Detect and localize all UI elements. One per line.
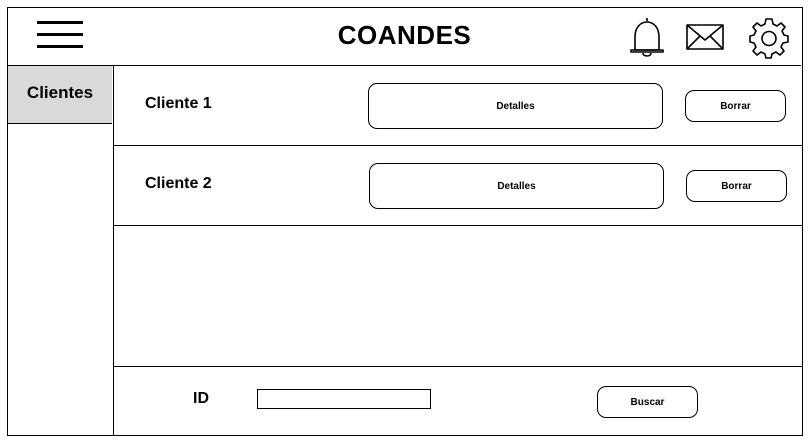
sidebar-item-label: Clientes xyxy=(26,83,94,102)
mail-icon[interactable] xyxy=(685,15,725,59)
id-input[interactable] xyxy=(257,389,431,409)
client-name: Cliente 2 xyxy=(145,175,212,192)
id-label: ID xyxy=(193,390,209,407)
details-button[interactable]: Detalles xyxy=(368,83,663,129)
client-row: Cliente 2 Detalles Borrar xyxy=(114,146,802,226)
bell-icon[interactable] xyxy=(627,15,667,59)
sidebar: Clientes xyxy=(8,66,114,435)
app-frame: COANDES Clientes Cliente 1 Detalles Borr… xyxy=(7,7,803,436)
client-name: Cliente 1 xyxy=(145,95,212,112)
details-button[interactable]: Detalles xyxy=(369,163,664,209)
gear-icon[interactable] xyxy=(749,15,789,59)
app-title: COANDES xyxy=(337,20,472,50)
top-bar: COANDES xyxy=(8,8,801,66)
search-button[interactable]: Buscar xyxy=(597,386,698,418)
search-bar: ID Buscar xyxy=(114,366,802,435)
sidebar-item-clientes[interactable]: Clientes xyxy=(8,66,112,124)
delete-button[interactable]: Borrar xyxy=(685,90,786,122)
client-row: Cliente 1 Detalles Borrar xyxy=(114,66,802,146)
delete-button[interactable]: Borrar xyxy=(686,170,787,202)
